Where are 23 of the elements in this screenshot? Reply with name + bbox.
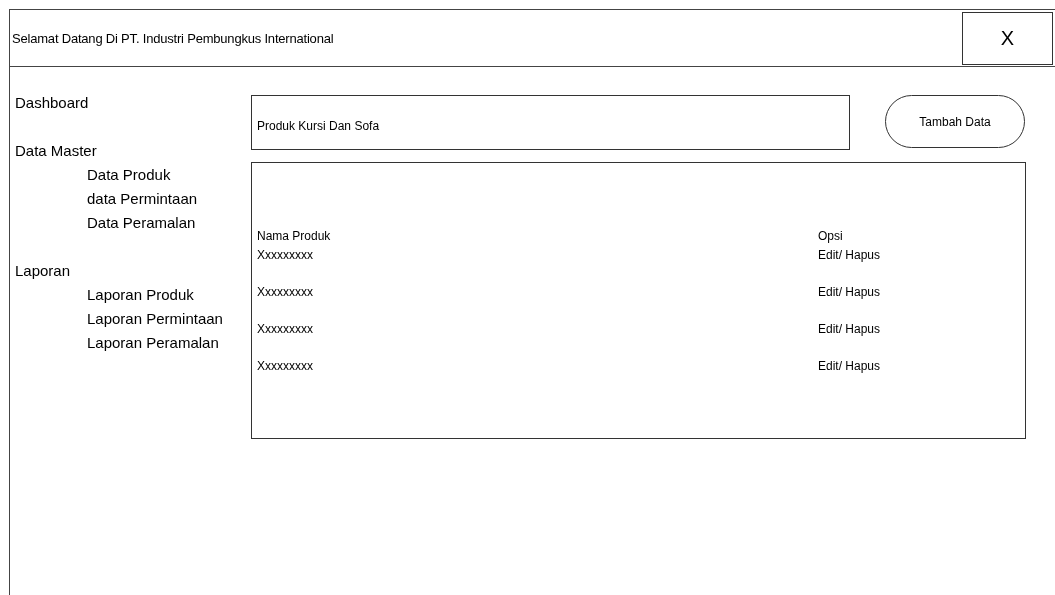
row-actions[interactable]: Edit/ Hapus: [818, 285, 881, 300]
row-actions[interactable]: Edit/ Hapus: [818, 248, 881, 263]
table-cell-text: Xxxxxxxxx: [257, 248, 314, 263]
table-cell-text: Xxxxxxxxx: [257, 285, 314, 300]
nav-subitem[interactable]: data Permintaan: [87, 187, 198, 211]
nav-item[interactable]: Data Master: [15, 139, 97, 163]
column-header: Nama Produk: [257, 229, 332, 244]
close-button[interactable]: X: [962, 11, 1053, 65]
window-title: Selamat Datang Di PT. Industri Pembungkus International: [12, 30, 335, 46]
row-actions[interactable]: Edit/ Hapus: [818, 322, 881, 337]
row-actions[interactable]: Edit/ Hapus: [818, 359, 881, 374]
title-field[interactable]: Produk Kursi Dan Sofa: [251, 95, 850, 150]
add-data-button[interactable]: Tambah Data: [885, 95, 1025, 148]
table-cell-text: Xxxxxxxxx: [257, 359, 314, 374]
nav-subitem[interactable]: Data Peramalan: [87, 211, 196, 235]
table-cell-text: Xxxxxxxxx: [257, 322, 314, 337]
column-header: Opsi: [818, 229, 843, 244]
nav-subitem[interactable]: Data Produk: [87, 163, 171, 187]
nav-subitem[interactable]: Laporan Peramalan: [87, 331, 219, 355]
nav-subitem[interactable]: Laporan Permintaan: [87, 307, 223, 331]
nav-item[interactable]: Dashboard: [15, 91, 89, 115]
nav-subitem[interactable]: Laporan Produk: [87, 283, 194, 307]
nav-item[interactable]: Laporan: [15, 259, 71, 283]
